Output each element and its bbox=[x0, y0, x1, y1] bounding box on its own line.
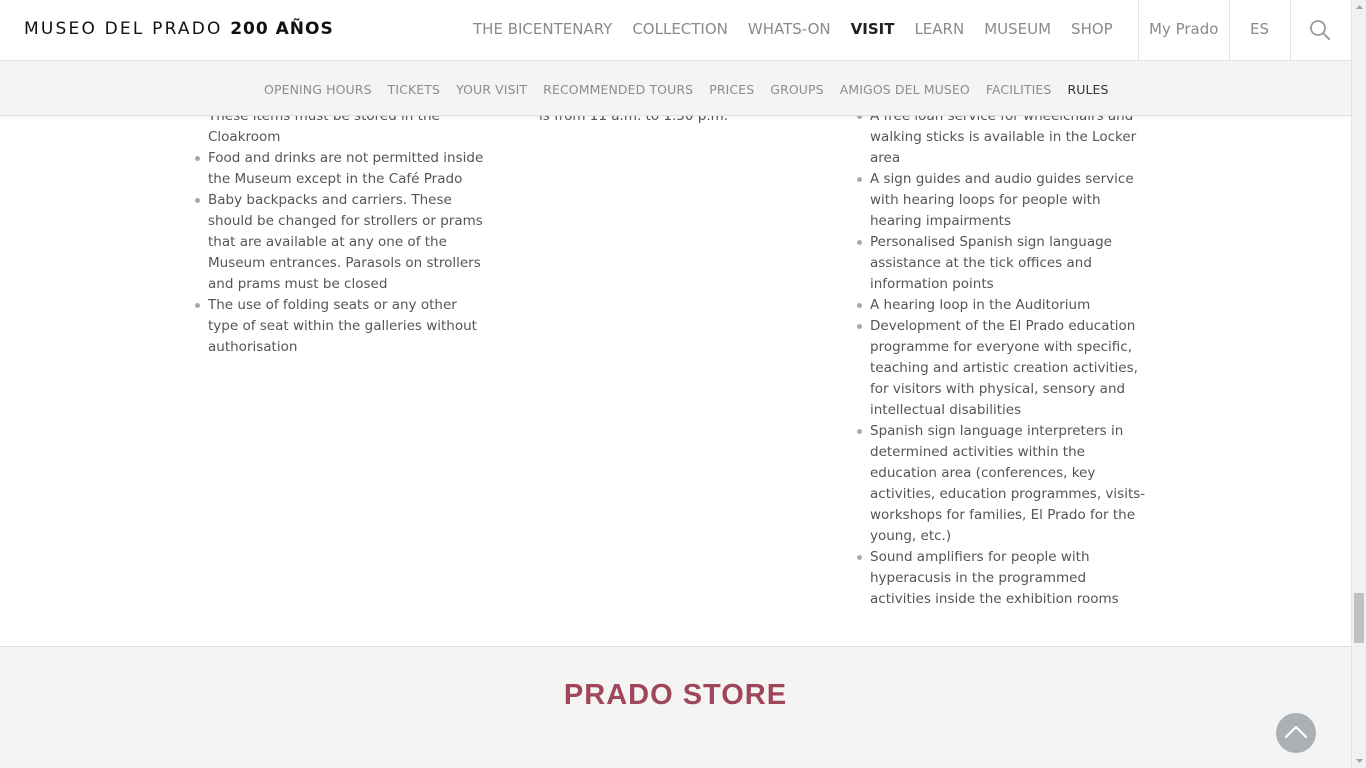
scrollbar-thumb[interactable] bbox=[1354, 593, 1364, 643]
language-switch[interactable]: ES bbox=[1250, 20, 1269, 38]
main-nav: THE BICENTENARY COLLECTION WHATS-ON VISI… bbox=[473, 20, 1133, 38]
subnav-item-tickets[interactable]: TICKETS bbox=[388, 82, 440, 97]
subnav-item-amigos-del-museo[interactable]: AMIGOS DEL MUSEO bbox=[840, 82, 970, 97]
nav-item-collection[interactable]: COLLECTION bbox=[632, 20, 728, 38]
subnav-item-groups[interactable]: GROUPS bbox=[770, 82, 823, 97]
list-item: The use of folding seats or any other ty… bbox=[195, 295, 485, 358]
nav-item-shop[interactable]: SHOP bbox=[1071, 20, 1113, 38]
nav-item-whats-on[interactable]: WHATS-ON bbox=[748, 20, 831, 38]
my-prado-link[interactable]: My Prado bbox=[1149, 20, 1218, 38]
list-item: Sound amplifiers for people with hyperac… bbox=[857, 547, 1149, 610]
list-item: Personalised Spanish sign language assis… bbox=[857, 232, 1149, 295]
subnav-item-opening-hours[interactable]: OPENING HOURS bbox=[264, 82, 372, 97]
subnav-item-prices[interactable]: PRICES bbox=[709, 82, 754, 97]
scroll-up-arrow-icon[interactable] bbox=[1352, 0, 1366, 15]
back-to-top-button[interactable] bbox=[1276, 713, 1316, 753]
list-item: Food and drinks are not permitted inside… bbox=[195, 148, 485, 190]
nav-item-bicentenary[interactable]: THE BICENTENARY bbox=[473, 20, 612, 38]
logo-text: MUSEO DEL PRADO bbox=[24, 19, 223, 39]
nav-item-museum[interactable]: MUSEUM bbox=[984, 20, 1051, 38]
header-divider bbox=[1290, 0, 1291, 61]
subnav-item-recommended-tours[interactable]: RECOMMENDED TOURS bbox=[543, 82, 693, 97]
site-header: MUSEO DEL PRADO 200 AÑOS THE BICENTENARY… bbox=[0, 0, 1351, 61]
logo-strong-text: 200 AÑOS bbox=[230, 19, 334, 39]
page-scrollbar[interactable] bbox=[1351, 0, 1366, 768]
scroll-down-arrow-icon[interactable] bbox=[1352, 753, 1366, 768]
site-logo[interactable]: MUSEO DEL PRADO 200 AÑOS bbox=[24, 19, 334, 39]
search-icon[interactable] bbox=[1308, 18, 1332, 42]
list-item: A sign guides and audio guides service w… bbox=[857, 169, 1149, 232]
list-item: Baby backpacks and carriers. These shoul… bbox=[195, 190, 485, 295]
subnav-item-rules[interactable]: RULES bbox=[1067, 82, 1108, 97]
rules-column-left: These items must be stored in the Cloakr… bbox=[195, 106, 485, 358]
visit-subnav: OPENING HOURS TICKETS YOUR VISIT RECOMME… bbox=[0, 61, 1351, 116]
subnav-item-facilities[interactable]: FACILITIES bbox=[986, 82, 1052, 97]
list-item: Development of the El Prado education pr… bbox=[857, 316, 1149, 421]
subnav-item-your-visit[interactable]: YOUR VISIT bbox=[456, 82, 527, 97]
rules-column-right: A free loan service for wheelchairs and … bbox=[857, 106, 1149, 610]
accessibility-services-list: A free loan service for wheelchairs and … bbox=[857, 106, 1149, 610]
header-divider bbox=[1229, 0, 1230, 61]
section-title: PRADO STORE bbox=[563, 679, 788, 711]
nav-item-visit[interactable]: VISIT bbox=[851, 20, 895, 38]
prado-store-section: PRADO STORE bbox=[0, 646, 1351, 768]
chevron-up-icon bbox=[1284, 725, 1308, 739]
prohibited-items-list: These items must be stored in the Cloakr… bbox=[195, 106, 485, 358]
nav-item-learn[interactable]: LEARN bbox=[914, 20, 964, 38]
list-item: Spanish sign language interpreters in de… bbox=[857, 421, 1149, 547]
header-divider bbox=[1138, 0, 1139, 61]
list-item: A hearing loop in the Auditorium bbox=[857, 295, 1149, 316]
